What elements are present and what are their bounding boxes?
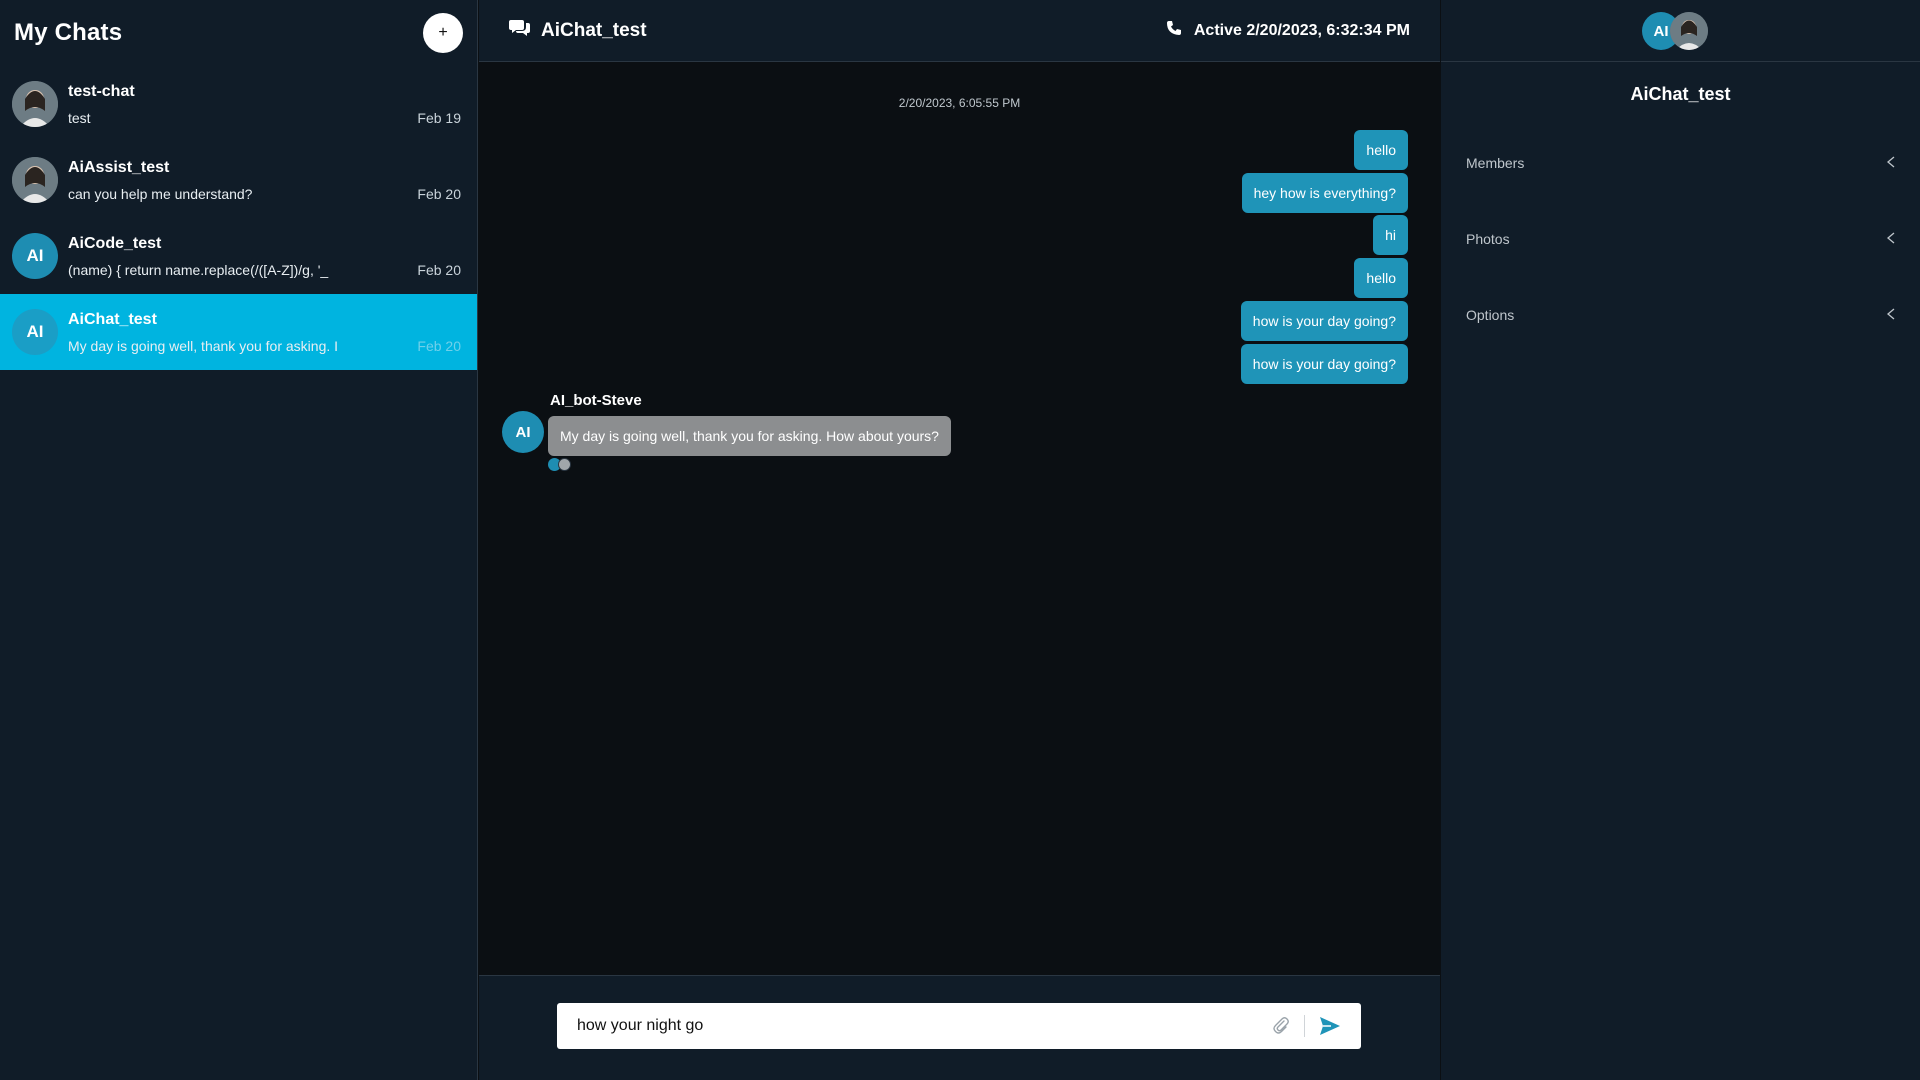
composer-divider — [1304, 1015, 1305, 1037]
chat-date: Feb 20 — [417, 338, 461, 354]
avatar: AI — [12, 233, 58, 279]
new-chat-button[interactable]: + — [423, 13, 463, 53]
chevron-left-icon — [1886, 155, 1896, 171]
avatar: AI — [12, 309, 58, 355]
section-label: Options — [1466, 307, 1515, 323]
chat-date: Feb 20 — [417, 262, 461, 278]
avatar — [12, 157, 58, 203]
chat-item-aiassist-test[interactable]: AiAssist_test can you help me understand… — [0, 142, 477, 218]
chat-name: AiAssist_test — [68, 158, 170, 176]
chat-item-test-chat[interactable]: test-chat test Feb 19 — [0, 66, 477, 142]
details-header: AI — [1441, 0, 1920, 62]
outgoing-message: hello — [1354, 130, 1408, 170]
chat-item-aichat-test[interactable]: AI AiChat_test My day is going well, tha… — [0, 294, 477, 370]
message-list: 2/20/2023, 6:05:55 PM hello hey how is e… — [479, 62, 1440, 975]
details-accordion: Members Photos Options — [1441, 125, 1920, 353]
chat-sidebar: My Chats + test-chat test Feb 19 AiAssis… — [0, 0, 478, 1080]
section-label: Photos — [1466, 231, 1510, 247]
section-photos[interactable]: Photos — [1441, 201, 1920, 277]
section-label: Members — [1466, 155, 1525, 171]
read-receipt-avatar — [558, 458, 571, 471]
chat-date: Feb 19 — [417, 110, 461, 126]
chat-preview: can you help me understand? — [68, 185, 253, 202]
chat-preview: (name) { return name.replace(/([A-Z])/g,… — [68, 261, 329, 278]
sidebar-header: My Chats + — [0, 0, 477, 66]
read-receipts — [548, 458, 571, 471]
sidebar-title: My Chats — [14, 19, 123, 46]
send-icon[interactable] — [1319, 1016, 1341, 1036]
avatar — [12, 81, 58, 127]
chat-list: test-chat test Feb 19 AiAssist_test can … — [0, 66, 477, 370]
outgoing-message: hi — [1373, 215, 1408, 255]
message-composer — [557, 1003, 1361, 1049]
section-members[interactable]: Members — [1441, 125, 1920, 201]
incoming-message: My day is going well, thank you for aski… — [548, 416, 951, 456]
outgoing-message: how is your day going? — [1240, 344, 1408, 384]
outgoing-message: hello — [1354, 258, 1408, 298]
composer-area — [479, 975, 1440, 1080]
person-photo-icon — [1670, 12, 1708, 50]
chat-bubbles-icon — [509, 18, 531, 43]
message-timestamp: 2/20/2023, 6:05:55 PM — [898, 96, 1021, 110]
chevron-left-icon — [1886, 231, 1896, 247]
avatar — [1670, 12, 1708, 50]
chat-name: test-chat — [68, 82, 135, 100]
chat-details-panel: AI AiChat_test Members Photos Options — [1441, 0, 1920, 1080]
member-avatars: AI — [1642, 12, 1712, 50]
chat-main: AiChat_test Active 2/20/2023, 6:32:34 PM… — [479, 0, 1440, 1080]
message-input[interactable] — [577, 1017, 1272, 1035]
person-photo-icon — [12, 81, 58, 127]
chat-name: AiChat_test — [68, 310, 157, 328]
person-photo-icon — [12, 157, 58, 203]
details-title: AiChat_test — [1630, 84, 1731, 104]
chat-name: AiCode_test — [68, 234, 162, 252]
chat-preview: My day is going well, thank you for aski… — [68, 337, 339, 354]
chat-item-aicode-test[interactable]: AI AiCode_test (name) { return name.repl… — [0, 218, 477, 294]
paperclip-icon[interactable] — [1272, 1016, 1290, 1036]
chat-title: AiChat_test — [541, 19, 647, 41]
active-status: Active 2/20/2023, 6:32:34 PM — [1193, 21, 1410, 39]
bot-name: AI_bot-Steve — [550, 392, 642, 409]
chat-preview: test — [68, 109, 91, 126]
chevron-left-icon — [1886, 307, 1896, 323]
outgoing-message: hey how is everything? — [1241, 173, 1408, 213]
chat-date: Feb 20 — [417, 186, 461, 202]
phone-icon[interactable] — [1166, 20, 1182, 41]
bot-avatar: AI — [502, 411, 544, 453]
section-options[interactable]: Options — [1441, 277, 1920, 353]
chat-header: AiChat_test Active 2/20/2023, 6:32:34 PM — [479, 0, 1440, 62]
outgoing-message: how is your day going? — [1240, 301, 1408, 341]
